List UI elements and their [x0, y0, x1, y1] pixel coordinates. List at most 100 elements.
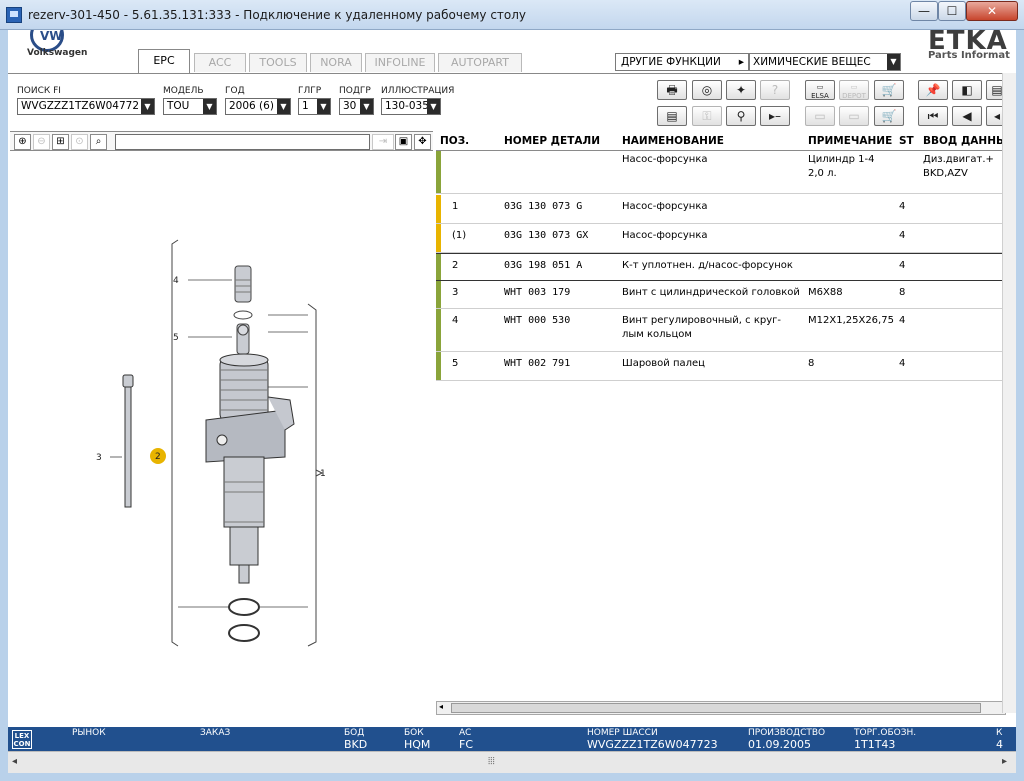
scroll-thumb[interactable] — [451, 703, 981, 713]
cell-name: Насос-форсунка — [622, 201, 708, 212]
production-label: ПРОИЗВОДСТВО — [748, 728, 826, 738]
zoom-out-icon[interactable]: ⊖ — [33, 134, 50, 150]
table-row[interactable]: 4 WHT 000 530 Винт регулировочный, с круг-… — [436, 309, 1016, 352]
etka-subtitle: Parts Informat — [928, 50, 1010, 61]
lexcom-logo: LEX CON — [12, 730, 32, 749]
depot-secondary-icon[interactable]: ▭ — [839, 106, 869, 126]
zoom-area-icon[interactable]: ⊞ — [52, 134, 69, 150]
brand-name: Volkswagen — [27, 48, 88, 58]
scroll-left-icon[interactable]: ◂ — [439, 702, 443, 711]
cell-name: Винт регулировочный, с круг- — [622, 315, 781, 326]
callout-5[interactable]: 5 — [173, 333, 179, 343]
other-functions-menu[interactable]: ДРУГИЕ ФУНКЦИИ — [615, 53, 749, 71]
row-marker — [436, 352, 441, 380]
bike-icon[interactable]: ⚲ — [726, 106, 756, 126]
pin-icon[interactable]: 📌 — [918, 80, 948, 100]
previous-page-icon[interactable]: ◀ — [952, 106, 982, 126]
help-icon[interactable]: ? — [760, 80, 790, 100]
move-icon[interactable]: ✥ — [414, 134, 431, 150]
depot-icon[interactable]: ▭ DEPOT — [839, 80, 869, 100]
search-fi-label: ПОИСК FI — [17, 86, 61, 96]
column-name[interactable]: НАИМЕНОВАНИЕ — [622, 135, 724, 147]
parts-table-header: ПОЗ. НОМЕР ДЕТАЛИ НАИМЕНОВАНИЕ ПРИМЕЧАНИ… — [436, 131, 1016, 151]
cell-part-number: 03G 198 051 A — [504, 260, 583, 271]
chevron-down-icon: ▼ — [360, 99, 373, 114]
callout-1[interactable]: 1 — [320, 469, 326, 479]
illustration-value: 130-035 — [385, 100, 429, 112]
cell-name-line2: лым кольцом — [622, 329, 692, 340]
chevron-down-icon: ▼ — [141, 99, 154, 114]
illustration-pane: 4 5 3 2 1 — [10, 152, 433, 727]
illustration-search-input[interactable] — [115, 134, 370, 150]
table-horizontal-scrollbar[interactable]: ◂ — [436, 701, 1006, 715]
disc-icon[interactable]: ◎ — [692, 80, 722, 100]
cell-name: К-т уплотнен. д/насос-форсунок — [622, 260, 793, 271]
subgroup-select[interactable]: 30 ▼ — [339, 98, 374, 115]
table-row[interactable]: (1) 03G 130 073 GX Насос-форсунка 4 — [436, 224, 1016, 253]
notes-icon[interactable]: ▤ — [657, 106, 687, 126]
printer-icon[interactable]: 🖶 — [657, 80, 687, 100]
model-field: МОДЕЛЬ TOU ▼ — [163, 86, 217, 115]
table-row[interactable]: 3 WHT 003 179 Винт с цилиндрической головк… — [436, 281, 1016, 309]
table-row[interactable]: 5 WHT 002 791 Шаровой палец 8 4 — [436, 352, 1016, 381]
search-fi-input[interactable]: WVGZZZ1TZ6W04772 ▼ — [17, 98, 155, 115]
minimize-button[interactable]: — — [910, 1, 938, 21]
model-select[interactable]: TOU ▼ — [163, 98, 217, 115]
close-button[interactable]: ✕ — [966, 1, 1018, 21]
bod-value: BKD — [344, 738, 368, 751]
chevron-down-icon: ▼ — [887, 54, 900, 70]
scroll-left-icon[interactable]: ◂ — [12, 756, 17, 767]
play-icon[interactable]: ▸– — [760, 106, 790, 126]
elsa-secondary-icon[interactable]: ▭ — [805, 106, 835, 126]
tab-nora[interactable]: NORA — [310, 53, 362, 72]
cell-pos: 1 — [452, 201, 459, 212]
chemicals-select[interactable]: ХИМИЧЕСКИЕ ВЕЩЕС ▼ — [749, 53, 901, 71]
column-note[interactable]: ПРИМЕЧАНИЕ — [808, 135, 892, 147]
maximize-button[interactable]: ☐ — [938, 1, 966, 21]
table-group-row[interactable]: Насос-форсунка Цилиндр 1-4 2,0 л. Диз.дв… — [436, 151, 1016, 194]
year-select[interactable]: 2006 (6) ▼ — [225, 98, 291, 115]
callout-3[interactable]: 3 — [96, 453, 102, 463]
window-horizontal-scrollbar[interactable]: ◂ ⦙⦙⦙ ▸ — [8, 751, 1016, 773]
column-pos[interactable]: ПОЗ. — [440, 135, 469, 147]
column-st[interactable]: ST — [899, 135, 914, 147]
tab-acc[interactable]: ACC — [194, 53, 246, 72]
cell-part-number: WHT 000 530 — [504, 315, 571, 326]
callout-4[interactable]: 4 — [173, 276, 179, 286]
main-group-select[interactable]: 1 ▼ — [298, 98, 331, 115]
cart-icon[interactable]: 🛒 — [874, 106, 904, 126]
tab-autopart[interactable]: AUTOPART — [438, 53, 522, 72]
table-row[interactable]: 1 03G 130 073 G Насос-форсунка 4 — [436, 195, 1016, 224]
cart-add-icon[interactable]: 🛒 — [874, 80, 904, 100]
cell-st: 4 — [899, 315, 906, 326]
zoom-in-icon[interactable]: ⊕ — [14, 134, 31, 150]
tab-epc[interactable]: EPC — [138, 49, 190, 73]
callout-2[interactable]: 2 — [155, 452, 161, 462]
zoom-reset-icon[interactable]: ⊙ — [71, 134, 88, 150]
column-part-number[interactable]: НОМЕР ДЕТАЛИ — [504, 135, 600, 147]
illustration-select[interactable]: 130-035 ▼ — [381, 98, 441, 115]
key-icon[interactable]: ⚿ — [692, 106, 722, 126]
handshake-icon[interactable]: ✦ — [726, 80, 756, 100]
tab-tools[interactable]: TOOLS — [249, 53, 307, 72]
first-page-icon[interactable]: ⏮ — [918, 106, 948, 126]
scroll-right-icon[interactable]: ▸ — [1002, 756, 1007, 767]
search-icon[interactable]: ⌕ — [90, 134, 107, 150]
cell-st: 4 — [899, 358, 906, 369]
production-value: 01.09.2005 — [748, 738, 811, 751]
panel-icon[interactable]: ◧ — [952, 80, 982, 100]
row-marker — [436, 281, 441, 308]
layout-icon[interactable]: ▣ — [395, 134, 412, 150]
cell-part-number: WHT 002 791 — [504, 358, 571, 369]
tab-infoline[interactable]: INFOLINE — [365, 53, 435, 72]
search-fi-value: WVGZZZ1TZ6W04772 — [21, 100, 140, 112]
elsa-icon[interactable]: ▭ ELSA — [805, 80, 835, 100]
export-icon[interactable]: ⇥ — [372, 134, 394, 150]
table-row[interactable]: 2 03G 198 051 A К-т уплотнен. д/насос-форс… — [436, 253, 1016, 281]
search-fi-field: ПОИСК FI WVGZZZ1TZ6W04772 ▼ — [17, 86, 155, 115]
illustration-field: ИЛЛЮСТРАЦИЯ 130-035 ▼ — [381, 86, 454, 115]
chevron-down-icon: ▼ — [203, 99, 216, 114]
vertical-scrollbar[interactable] — [1002, 73, 1016, 713]
row-marker — [436, 151, 441, 193]
row-marker — [436, 254, 441, 280]
